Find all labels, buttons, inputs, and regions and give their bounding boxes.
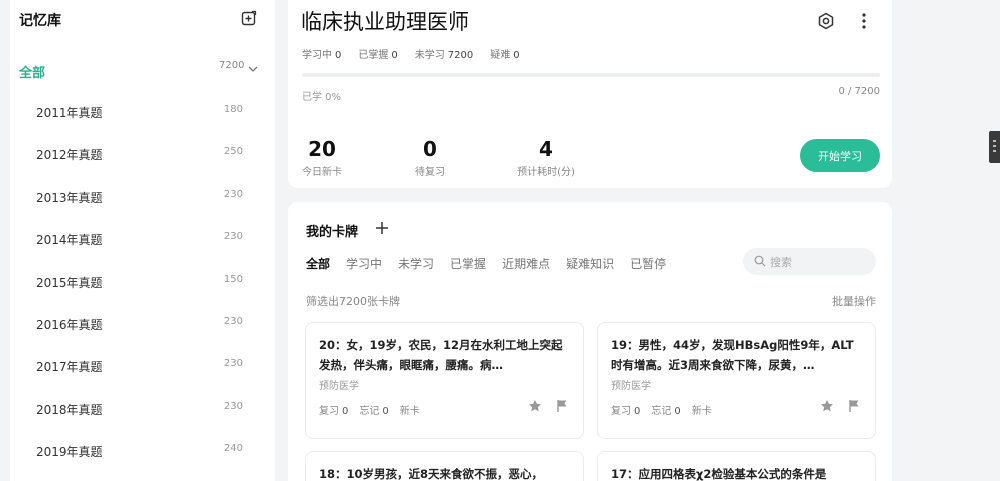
card-question: 17：应用四格表χ2检验基本公式的条件是 xyxy=(611,467,827,481)
sidebar-item-count: 150 xyxy=(223,274,243,285)
deck-title: 我的卡牌 xyxy=(306,225,359,240)
sidebar-item-label: 2016年真题 xyxy=(36,318,103,332)
card-status: 新卡 xyxy=(399,406,420,417)
sidebar-item-count: 230 xyxy=(223,231,243,242)
card-forget-count: 忘记 0 xyxy=(651,406,681,417)
sidebar-item-2012[interactable]: 2012年真题 250 xyxy=(10,146,275,188)
start-study-button[interactable]: 开始学习 xyxy=(800,139,880,172)
metric-caption: 预计耗时(分) xyxy=(517,167,575,178)
card-meta: 复习 0 忘记 0 新卡 xyxy=(611,402,712,417)
stat-difficult: 疑难 0 xyxy=(490,50,520,61)
metric-est-time: 4 预计耗时(分) xyxy=(496,137,596,178)
flashcard[interactable]: 19：男性，44岁，发现HBsAg阳性9年，ALT时有增高。近3周来食欲下降，尿… xyxy=(597,322,876,439)
bulk-action-link[interactable]: 批量操作 xyxy=(832,293,876,309)
sidebar-item-2011[interactable]: 2011年真题 180 xyxy=(10,104,275,146)
sidebar-item-count: 230 xyxy=(223,358,243,369)
tab-difficult-knowledge[interactable]: 疑难知识 xyxy=(566,255,614,272)
tab-recent-difficult[interactable]: 近期难点 xyxy=(502,255,550,272)
card-subject: 预防医学 xyxy=(611,381,651,392)
filter-info: 筛选出7200张卡牌 xyxy=(306,295,400,308)
tab-unlearned[interactable]: 未学习 xyxy=(398,255,434,272)
sidebar-item-label: 2018年真题 xyxy=(36,403,103,417)
stat-unlearned: 未学习 7200 xyxy=(414,50,474,61)
metric-value: 0 xyxy=(423,137,437,161)
page-title: 临床执业助理医师 xyxy=(301,10,469,34)
sidebar-item-label: 2015年真题 xyxy=(36,276,103,290)
plus-icon[interactable] xyxy=(374,220,390,236)
card-status: 新卡 xyxy=(691,406,712,417)
star-icon[interactable] xyxy=(528,399,542,413)
search-placeholder: 搜索 xyxy=(770,256,792,269)
flashcard[interactable]: 17：应用四格表χ2检验基本公式的条件是 xyxy=(597,451,876,481)
metric-caption: 今日新卡 xyxy=(302,167,342,178)
card-subject: 预防医学 xyxy=(319,381,359,392)
sidebar-item-count: 230 xyxy=(223,316,243,327)
sidebar-item-label: 2011年真题 xyxy=(36,106,103,120)
card-review-count: 复习 0 xyxy=(611,406,641,417)
tab-paused[interactable]: 已暂停 xyxy=(630,255,666,272)
deck-panel: 我的卡牌 全部 学习中 未学习 已掌握 近期难点 疑难知识 已暂停 搜索 筛选出… xyxy=(288,202,892,481)
search-input[interactable]: 搜索 xyxy=(743,248,876,275)
card-question: 18：10岁男孩，近8天来食欲不振，恶心， xyxy=(319,467,544,481)
learned-percent: 已学 0% xyxy=(302,92,342,103)
flashcard[interactable]: 20：女，19岁，农民，12月在水利工地上突起发热，伴头痛，眼眶痛，腰痛。病… … xyxy=(305,322,584,439)
sidebar: 记忆库 全部 7200 2011年真题 180 2012年真题 250 2013… xyxy=(10,0,275,481)
deck-tabs: 全部 学习中 未学习 已掌握 近期难点 疑难知识 已暂停 xyxy=(306,255,666,272)
card-question: 19：男性，44岁，发现HBsAg阳性9年，ALT时有增高。近3周来食欲下降，尿… xyxy=(611,338,854,372)
flashcard[interactable]: 18：10岁男孩，近8天来食欲不振，恶心， xyxy=(305,451,584,481)
card-review-count: 复习 0 xyxy=(319,406,349,417)
sidebar-title: 记忆库 xyxy=(19,13,61,29)
flag-icon[interactable] xyxy=(848,399,860,413)
flag-icon[interactable] xyxy=(556,399,568,413)
metric-value: 4 xyxy=(539,137,553,161)
search-icon xyxy=(754,255,766,267)
tab-mastered[interactable]: 已掌握 xyxy=(450,255,486,272)
sidebar-item-count: 230 xyxy=(223,401,243,412)
sidebar-all-count: 7200 xyxy=(219,60,245,71)
sidebar-item-count: 240 xyxy=(223,443,243,454)
tab-all[interactable]: 全部 xyxy=(306,255,330,272)
overview-card: 临床执业助理医师 学习中 0 已掌握 0 未学习 7200 疑难 0 已学 0% 0 /… xyxy=(288,0,892,188)
progress-bar xyxy=(302,73,880,77)
tab-learning[interactable]: 学习中 xyxy=(346,255,382,272)
chevron-down-icon[interactable] xyxy=(247,64,259,74)
sidebar-item-label: 2019年真题 xyxy=(36,445,103,459)
metric-new-cards: 20 今日新卡 xyxy=(272,137,372,178)
sidebar-item-2013[interactable]: 2013年真题 230 xyxy=(10,189,275,231)
metric-to-review: 0 待复习 xyxy=(380,137,480,178)
sidebar-item-2019[interactable]: 2019年真题 240 xyxy=(10,443,275,481)
star-icon[interactable] xyxy=(820,399,834,413)
side-scroll-handle[interactable] xyxy=(989,131,1000,163)
sidebar-item-label: 2017年真题 xyxy=(36,360,103,374)
card-meta: 复习 0 忘记 0 新卡 xyxy=(319,402,420,417)
stat-learning: 学习中 0 xyxy=(302,50,342,61)
sidebar-item-2018[interactable]: 2018年真题 230 xyxy=(10,401,275,443)
sidebar-item-count: 250 xyxy=(223,146,243,157)
add-box-icon[interactable] xyxy=(241,10,257,26)
sidebar-item-2016[interactable]: 2016年真题 230 xyxy=(10,316,275,358)
sidebar-item-count: 180 xyxy=(223,104,243,115)
sidebar-item-2014[interactable]: 2014年真题 230 xyxy=(10,231,275,273)
study-stats: 学习中 0 已掌握 0 未学习 7200 疑难 0 xyxy=(302,46,520,61)
sidebar-item-2017[interactable]: 2017年真题 230 xyxy=(10,358,275,400)
metric-value: 20 xyxy=(308,137,336,161)
sidebar-item-count: 230 xyxy=(223,189,243,200)
sidebar-item-label: 2014年真题 xyxy=(36,233,103,247)
sidebar-item-all[interactable]: 全部 xyxy=(19,62,45,81)
progress-count: 0 / 7200 xyxy=(838,86,880,97)
card-forget-count: 忘记 0 xyxy=(359,406,389,417)
sidebar-item-2015[interactable]: 2015年真题 150 xyxy=(10,274,275,316)
sidebar-item-label: 2013年真题 xyxy=(36,191,103,205)
settings-icon[interactable] xyxy=(817,12,835,30)
stat-mastered: 已掌握 0 xyxy=(358,50,398,61)
sidebar-item-label: 2012年真题 xyxy=(36,148,103,162)
metric-caption: 待复习 xyxy=(415,167,445,178)
card-question: 20：女，19岁，农民，12月在水利工地上突起发热，伴头痛，眼眶痛，腰痛。病… xyxy=(319,338,563,372)
more-vertical-icon[interactable] xyxy=(856,12,872,30)
